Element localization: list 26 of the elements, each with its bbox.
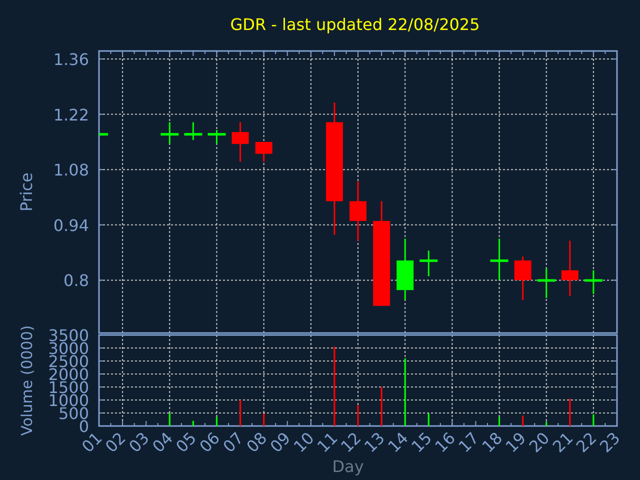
candlestick [232,122,249,162]
candlestick [184,122,202,140]
volume-bar [216,416,218,426]
candlestick [490,238,508,280]
chart-title: GDR - last updated 22/08/2025 [230,15,480,34]
candlestick [396,238,414,300]
axis-title: Day [332,457,364,476]
candlestick [160,122,179,144]
candlestick [584,270,602,294]
candlestick [208,130,226,144]
candlestick [514,256,532,300]
axis-title: Volume (0000) [18,325,36,436]
axis-tick-label: 1.08 [53,160,89,180]
axis-tick-label: 1.36 [53,50,89,69]
volume-bar [239,400,242,426]
candlestick [420,250,438,276]
candlestick [537,268,556,298]
axis-tick-label: 1.22 [53,105,89,124]
axis-tick-label: 0.8 [64,271,89,290]
axis-title: Price [17,172,36,212]
candlestick [255,142,272,162]
candlestick [99,133,108,136]
candlestick [350,181,366,241]
axis-tick-label: 0.94 [53,216,89,235]
volume-bar [498,416,500,426]
candlestick [561,240,578,296]
